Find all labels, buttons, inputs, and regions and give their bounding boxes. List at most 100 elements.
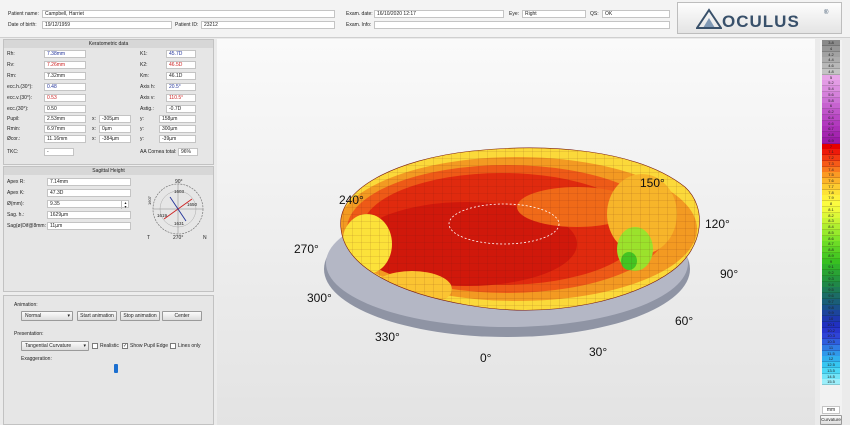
kerato-label: Km: [140, 73, 149, 79]
pupil-value[interactable]: 6.97mm [44, 125, 86, 133]
diameter-spin-icon[interactable]: ▴ ▾ [121, 201, 129, 209]
angle-label: 330° [375, 330, 400, 344]
exaggeration-slider-handle[interactable] [114, 364, 118, 373]
qs-label: QS: [590, 11, 599, 17]
angle-label: 300° [307, 291, 332, 305]
patient-id-field[interactable]: 23212 [201, 21, 335, 29]
compass-right-label: N [203, 235, 207, 241]
pupil-value[interactable]: 2.53mm [44, 115, 86, 123]
pupil-x-value[interactable]: -384µm [99, 135, 131, 143]
corneal-topography-render [324, 147, 700, 337]
kerato-value[interactable]: 46.1D [166, 72, 196, 80]
presentation-label: Presentation: [14, 331, 44, 337]
pupil-y-value[interactable]: -39µm [159, 135, 196, 143]
kerato-label: K2: [140, 62, 148, 68]
patient-id-label: Patient ID: [175, 22, 199, 28]
pupil-x-value[interactable]: 0µm [99, 125, 131, 133]
keratometric-panel: Keratometric data Rh: 7.38mm K1: 45.7D Rv… [3, 39, 214, 165]
exam-date-field[interactable]: 16/10/2020 12:17 [374, 10, 504, 18]
kerato-value[interactable]: 0.50 [44, 105, 86, 113]
sagittal-value[interactable]: 9.35 [47, 200, 129, 208]
registered-mark: ® [824, 10, 829, 16]
scale-unit: mm [822, 406, 840, 414]
kerato-label: Astig.: [140, 106, 154, 112]
compass-bottom-label: 270° [173, 235, 183, 241]
pupil-label: Rmin: [7, 126, 21, 132]
pupil-y-value[interactable]: 300µm [159, 125, 196, 133]
angle-label: 0° [480, 351, 492, 365]
stop-animation-button[interactable]: Stop animation [120, 311, 160, 321]
compass-side-value: 1607 [147, 195, 152, 205]
exam-info-field[interactable] [374, 21, 670, 29]
corneal-3d-view[interactable]: 0° 30° 60° 90° 120° 150° 240° 270° 300° 330° [217, 39, 815, 425]
sagittal-value[interactable]: 7.14mm [47, 178, 131, 186]
pupil-value[interactable]: 11.16mm [44, 135, 86, 143]
kerato-label: Rh: [7, 51, 15, 57]
sagittal-label: Apex R: [7, 179, 25, 185]
patient-header: Patient name: Campbell, Harriet Date of … [0, 0, 850, 38]
kerato-value[interactable]: -0.7D [166, 105, 196, 113]
show-pupil-edge-label: Show Pupil Edge [130, 343, 169, 349]
qs-field[interactable]: OK [602, 10, 670, 18]
sagittal-label: Sag(ø)Dif@8mm: [7, 223, 46, 229]
pupil-x-value[interactable]: -305µm [99, 115, 131, 123]
pupil-x-label: x: [92, 136, 96, 142]
tkc-label: TKC: [7, 149, 19, 155]
angle-label: 30° [589, 345, 608, 359]
animation-mode-select[interactable]: Normal ▾ [21, 311, 73, 321]
pupil-x-label: x: [92, 126, 96, 132]
kerato-value[interactable]: 45.7D [166, 50, 196, 58]
kerato-value[interactable]: 7.32mm [44, 72, 86, 80]
aa-cornea-label: AA Cornea total: [140, 149, 177, 155]
patient-name-label: Patient name: [8, 11, 39, 17]
presentation-type-select[interactable]: Tangential Curvature ▾ [21, 341, 89, 351]
exam-date-label: Exam. date: [346, 11, 373, 17]
lines-only-label: Lines only [178, 343, 201, 349]
patient-name-field[interactable]: Campbell, Harriet [42, 10, 335, 18]
kerato-label: Rv: [7, 62, 15, 68]
kerato-value[interactable]: 7.38mm [44, 50, 86, 58]
aa-cornea-field[interactable]: 96% [178, 148, 198, 156]
realistic-label: Realistic [100, 343, 119, 349]
sagittal-value[interactable]: 47.3D [47, 189, 131, 197]
tkc-field[interactable]: - [44, 148, 74, 156]
kerato-value[interactable]: 110.5° [166, 94, 196, 102]
center-button[interactable]: Center [162, 311, 202, 321]
pupil-y-value[interactable]: 158µm [159, 115, 196, 123]
keratometric-title: Keratometric data [4, 40, 213, 48]
app-window: Patient name: Campbell, Harriet Date of … [0, 0, 850, 425]
angle-label: 270° [294, 242, 319, 256]
show-pupil-edge-checkbox[interactable]: ✓ [122, 343, 128, 349]
realistic-checkbox[interactable] [92, 343, 98, 349]
kerato-value[interactable]: 46.5D [166, 61, 196, 69]
angle-label: 60° [675, 314, 694, 328]
oculus-logo-icon [696, 8, 722, 29]
scale-mode-button[interactable]: Curvature [820, 415, 842, 425]
kerato-value[interactable]: 20.5° [166, 83, 196, 91]
scale-cell: 15.5 [822, 379, 840, 386]
pupil-y-label: y: [140, 116, 144, 122]
lines-only-checkbox[interactable] [170, 343, 176, 349]
oculus-logo: OCULUS ® [677, 2, 842, 34]
compass-right-value: 1650 [187, 202, 198, 207]
oculus-logo-text: OCULUS [722, 12, 800, 31]
eye-field[interactable]: Right [522, 10, 586, 18]
sagittal-value[interactable]: 11µm [47, 222, 131, 230]
dob-field[interactable]: 19/12/1959 [42, 21, 172, 29]
chevron-down-icon: ▾ [83, 343, 86, 349]
compass-left-value: 1619 [157, 213, 168, 218]
kerato-value[interactable]: 7.26mm [44, 61, 86, 69]
kerato-label: Axis h: [140, 84, 156, 90]
exam-info-label: Exam. Info: [346, 22, 372, 28]
start-animation-button[interactable]: Start animation [77, 311, 117, 321]
pupil-x-label: x: [92, 116, 96, 122]
kerato-value[interactable]: 0.48 [44, 83, 86, 91]
animation-mode-value: Normal [25, 313, 42, 319]
sagittal-label: Apex K: [7, 190, 25, 196]
dob-label: Date of birth: [8, 22, 37, 28]
animation-label: Animation: [14, 302, 38, 308]
sagittal-value[interactable]: 1629µm [47, 211, 131, 219]
kerato-value[interactable]: 0.53 [44, 94, 86, 102]
kerato-label: Rm: [7, 73, 17, 79]
pupil-y-label: y: [140, 136, 144, 142]
